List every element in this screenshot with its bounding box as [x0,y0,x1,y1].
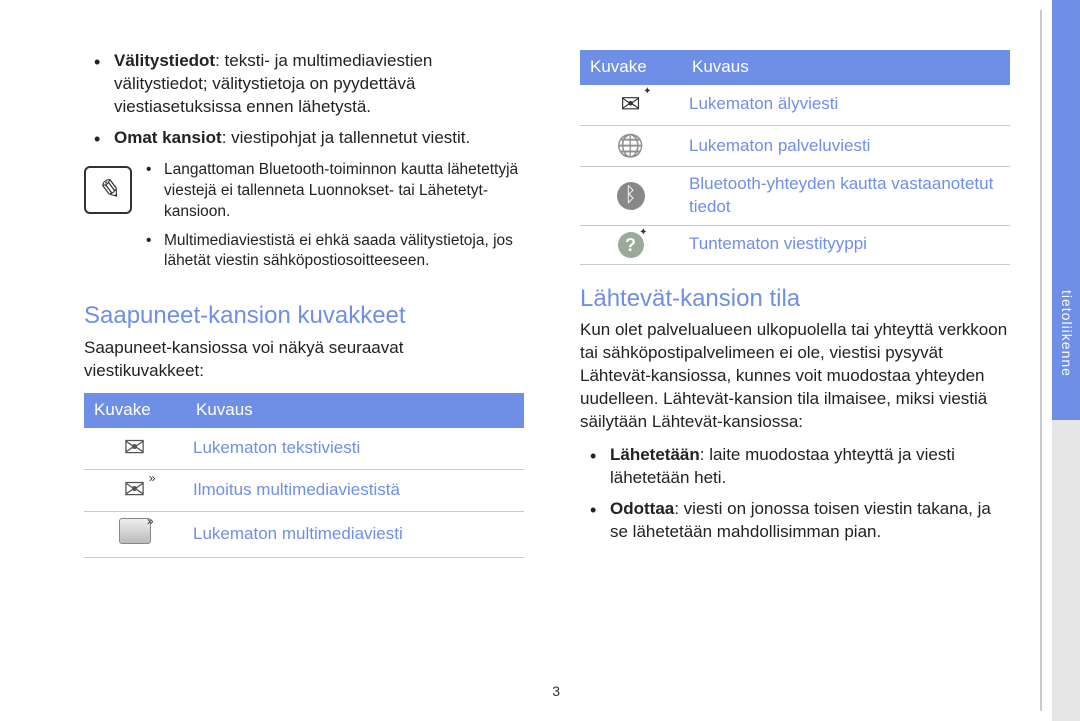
inbox-icon-table-cont: Kuvake Kuvaus Lukematon älyviesti Lukema… [580,50,1010,265]
desc-cell: Tuntematon viestityyppi [681,225,1010,264]
icon-cell [84,469,185,511]
col-header-icon: Kuvake [84,393,185,428]
section-heading-outbox-state: Lähtevät-kansion tila [580,283,1010,315]
bullet-term: Omat kansiot [114,128,222,147]
side-separator [1040,10,1042,711]
desc-cell: Bluetooth-yhteyden kautta vastaanotetut … [681,167,1010,226]
page-number: 3 [552,682,560,701]
right-column: Kuvake Kuvaus Lukematon älyviesti Lukema… [580,50,1010,558]
icon-cell [580,125,681,166]
bullet-term: Lähetetään [610,445,700,464]
table-header-row: Kuvake Kuvaus [580,50,1010,85]
smart-msg-icon [614,91,648,119]
desc-cell: Lukematon älyviesti [681,85,1010,126]
left-column: Välitystiedot: teksti- ja multimediavies… [84,50,524,558]
bullet-term: Välitystiedot [114,51,215,70]
bluetooth-icon [617,182,645,210]
icon-cell [84,512,185,558]
bullet-item: Odottaa: viesti on jonossa toisen viesti… [580,498,1010,544]
mms-notify-icon [118,476,152,504]
bullet-item: Lähetetään: laite muodostaa yhteyttä ja … [580,444,1010,490]
table-row: Lukematon multimediaviesti [84,512,524,558]
col-header-desc: Kuvaus [185,393,524,428]
inbox-icon-table: Kuvake Kuvaus Lukematon tekstiviesti Ilm… [84,393,524,559]
note-item: Langattoman Bluetooth-toiminnon kautta l… [146,160,524,223]
desc-cell: Lukematon tekstiviesti [185,428,524,470]
table-row: Lukematon älyviesti [580,85,1010,126]
globe-icon [614,132,648,160]
table-row: Lukematon palveluviesti [580,125,1010,166]
desc-cell: Lukematon multimediaviesti [185,512,524,558]
table-row: Tuntematon viestityyppi [580,225,1010,264]
note-item: Multimediaviestistä ei ehkä saada välity… [146,231,524,273]
note-box: ✎ Langattoman Bluetooth-toiminnon kautta… [84,160,524,281]
top-bullet-list: Välitystiedot: teksti- ja multimediavies… [84,50,524,150]
two-column-layout: Välitystiedot: teksti- ja multimediavies… [0,50,1080,558]
icon-cell [580,85,681,126]
bullet-text: : viestipohjat ja tallennetut viestit. [222,128,471,147]
bullet-item: Omat kansiot: viestipohjat ja tallennetu… [84,127,524,150]
table-row: Ilmoitus multimediaviestistä [84,469,524,511]
bullet-term: Odottaa [610,499,674,518]
mms-unread-icon [119,518,151,544]
table-row: Lukematon tekstiviesti [84,428,524,470]
outbox-bullet-list: Lähetetään: laite muodostaa yhteyttä ja … [580,444,1010,544]
envelope-icon [118,434,152,462]
icon-cell [580,225,681,264]
note-list: Langattoman Bluetooth-toiminnon kautta l… [146,160,524,281]
col-header-desc: Kuvaus [681,50,1010,85]
side-tab-label: tietoliikenne [1057,290,1076,377]
section-heading-inbox-icons: Saapuneet-kansion kuvakkeet [84,300,524,332]
bullet-item: Välitystiedot: teksti- ja multimediavies… [84,50,524,119]
icon-cell [580,167,681,226]
desc-cell: Ilmoitus multimediaviestistä [185,469,524,511]
table-header-row: Kuvake Kuvaus [84,393,524,428]
section-body: Kun olet palvelualueen ulkopuolella tai … [580,319,1010,434]
icon-cell [84,428,185,470]
unknown-type-icon [618,232,644,258]
manual-page: Välitystiedot: teksti- ja multimediavies… [0,0,1080,721]
note-icon: ✎ [84,166,132,214]
col-header-icon: Kuvake [580,50,681,85]
table-row: Bluetooth-yhteyden kautta vastaanotetut … [580,167,1010,226]
section-intro: Saapuneet-kansiossa voi näkyä seuraavat … [84,337,524,383]
desc-cell: Lukematon palveluviesti [681,125,1010,166]
